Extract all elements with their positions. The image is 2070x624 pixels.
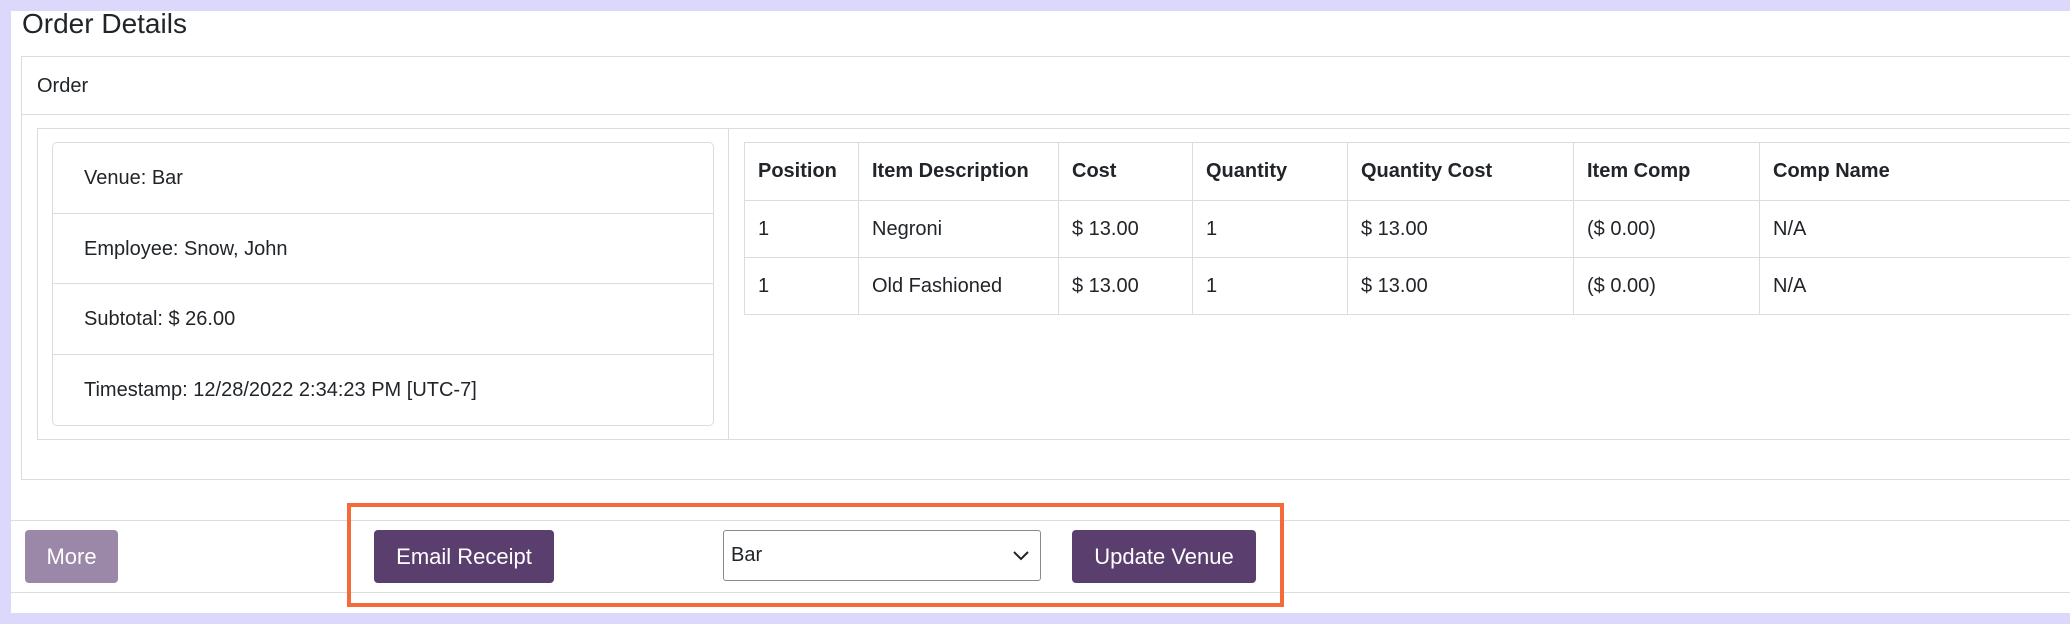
column-divider [728, 129, 729, 439]
col-item-description: Item Description [858, 142, 1059, 201]
order-info-list: Venue: Bar Employee: Snow, John Subtotal… [52, 142, 714, 426]
page-title: Order Details [22, 8, 187, 39]
cell-comp-name: N/A [1759, 200, 2070, 258]
card-body: Venue: Bar Employee: Snow, John Subtotal… [37, 128, 2070, 440]
items-table: Position Item Description Cost Quantity … [744, 142, 2070, 315]
cell-item-description: Negroni [858, 200, 1059, 258]
cell-quantity-cost: $ 13.00 [1347, 257, 1574, 315]
order-card: Order Venue: Bar Employee: Snow, John Su… [21, 56, 2070, 480]
col-position: Position [744, 142, 859, 201]
cell-position: 1 [744, 257, 859, 315]
info-employee: Employee: Snow, John [53, 214, 713, 284]
cell-comp-name: N/A [1759, 257, 2070, 315]
col-cost: Cost [1058, 142, 1193, 201]
cell-item-description: Old Fashioned [858, 257, 1059, 315]
info-venue: Venue: Bar [53, 143, 713, 214]
cell-item-comp: ($ 0.00) [1573, 200, 1760, 258]
info-timestamp: Timestamp: 12/28/2022 2:34:23 PM [UTC-7] [84, 378, 477, 401]
more-button[interactable]: More [25, 530, 118, 583]
col-quantity-cost: Quantity Cost [1347, 142, 1574, 201]
highlight-box [347, 503, 1284, 607]
cell-item-comp: ($ 0.00) [1573, 257, 1760, 315]
cell-position: 1 [744, 200, 859, 258]
cell-quantity: 1 [1192, 200, 1348, 258]
cell-quantity-cost: $ 13.00 [1347, 200, 1574, 258]
cell-quantity: 1 [1192, 257, 1348, 315]
table-header-row: Position Item Description Cost Quantity … [744, 142, 2070, 201]
card-header: Order [22, 57, 2070, 115]
col-comp-name: Comp Name [1759, 142, 2070, 201]
cell-cost: $ 13.00 [1058, 200, 1193, 258]
table-row: 1 Negroni $ 13.00 1 $ 13.00 ($ 0.00) N/A [744, 200, 2070, 258]
items-table-wrap: Position Item Description Cost Quantity … [744, 142, 2070, 315]
table-row: 1 Old Fashioned $ 13.00 1 $ 13.00 ($ 0.0… [744, 257, 2070, 315]
cell-cost: $ 13.00 [1058, 257, 1193, 315]
col-item-comp: Item Comp [1573, 142, 1760, 201]
col-quantity: Quantity [1192, 142, 1348, 201]
info-subtotal: Subtotal: $ 26.00 [53, 284, 713, 355]
